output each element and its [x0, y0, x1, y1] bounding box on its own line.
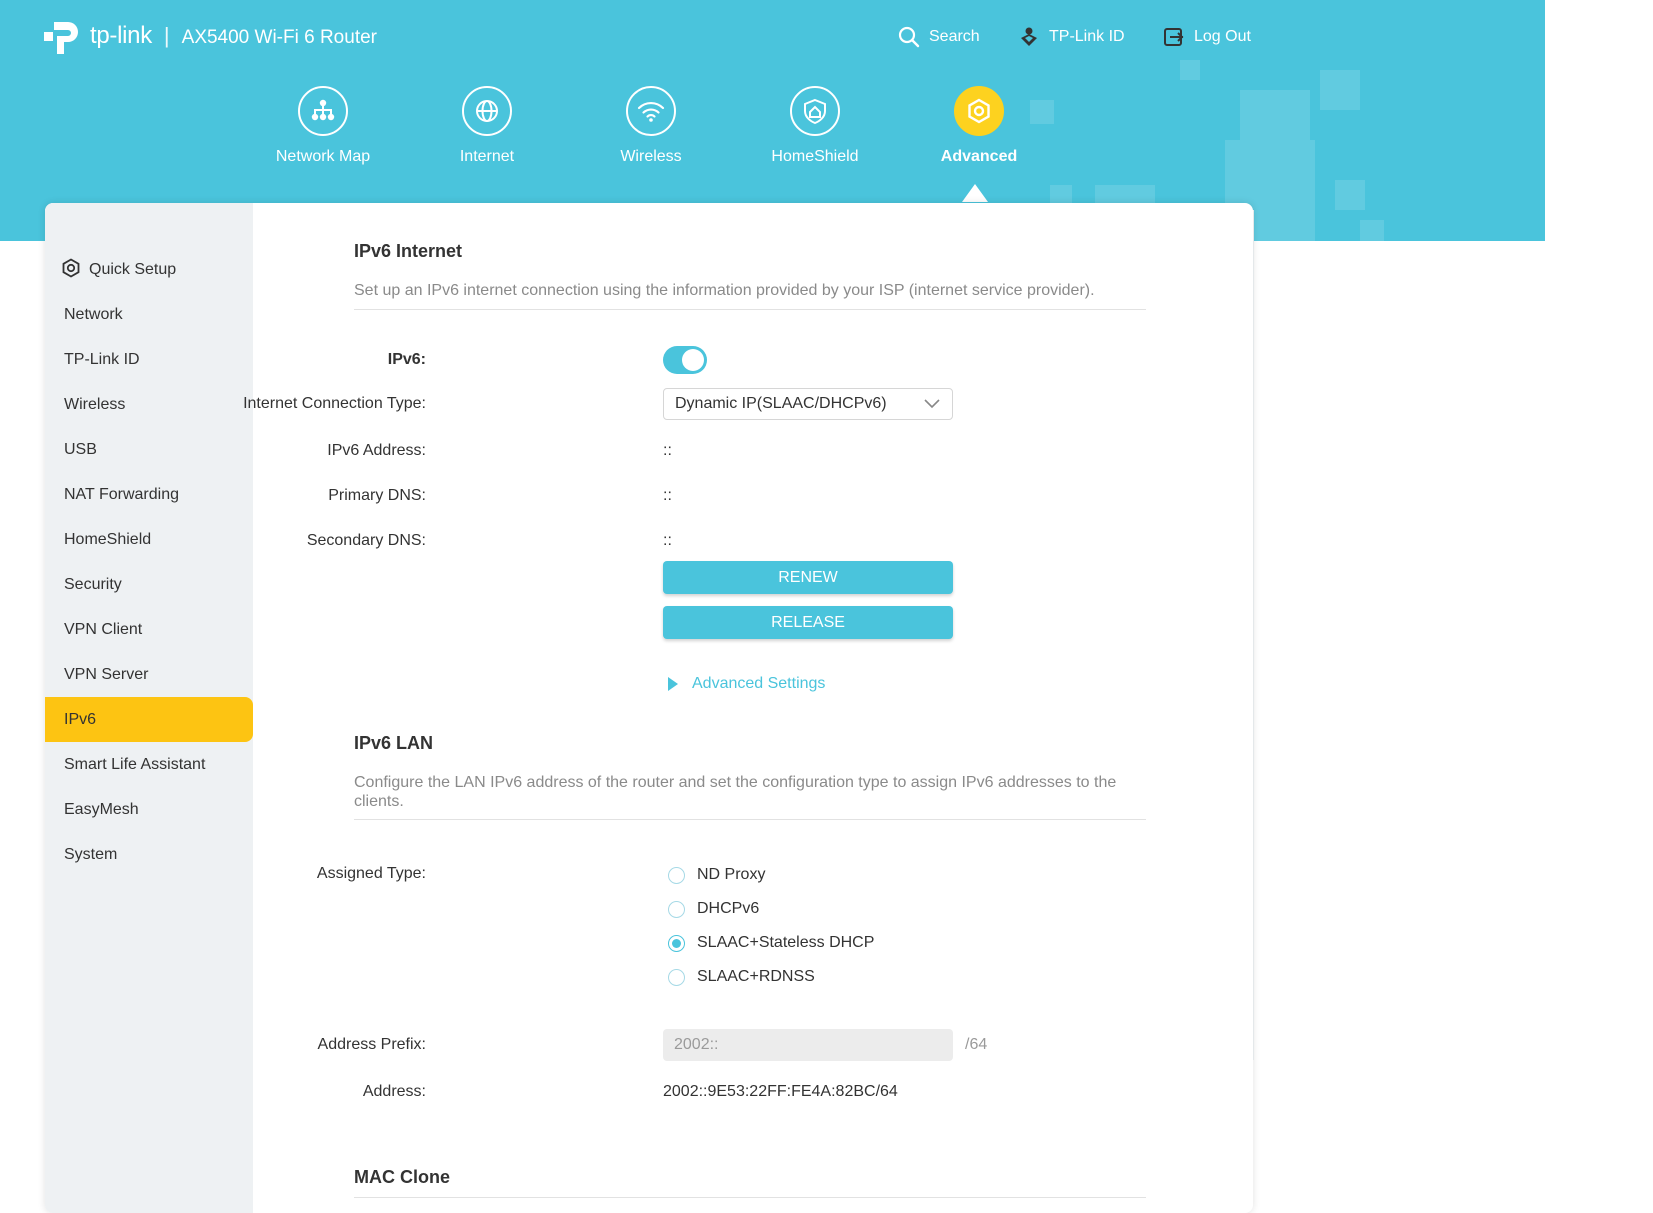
toggle-knob: [682, 349, 704, 371]
sidebar-item-homeshield[interactable]: HomeShield: [45, 517, 253, 562]
brand-name: tp-link: [90, 22, 152, 49]
lan-address-value: 2002::9E53:22FF:FE4A:82BC/64: [663, 1083, 898, 1100]
nav-wireless-label: Wireless: [620, 148, 682, 165]
sidebar-item-network[interactable]: Network: [45, 292, 253, 337]
sidebar-item-vpn-client[interactable]: VPN Client: [45, 607, 253, 652]
logout-label: Log Out: [1194, 28, 1251, 45]
ipv6-toggle-label: IPv6:: [387, 351, 426, 368]
secondary-dns-label: Secondary DNS:: [306, 532, 426, 549]
radio-dot-selected: [668, 934, 685, 952]
address-prefix-input[interactable]: 2002::: [663, 1029, 953, 1061]
globe-icon: [462, 86, 512, 136]
logout-icon: [1164, 28, 1184, 46]
nav-wireless[interactable]: Wireless: [581, 86, 721, 166]
sidebar-item-wireless[interactable]: Wireless: [45, 382, 253, 427]
connection-type-label: Internet Connection Type:: [243, 395, 426, 412]
ipv6-address-label: IPv6 Address:: [327, 442, 426, 459]
connection-type-value: Dynamic IP(SLAAC/DHCPv6): [675, 395, 887, 412]
sidebar: Quick Setup Network TP-Link ID Wireless …: [45, 203, 253, 1213]
search-link[interactable]: Search: [898, 26, 980, 48]
nav-advanced-label: Advanced: [940, 148, 1018, 165]
content-area: IPv6 Internet Set up an IPv6 internet co…: [243, 203, 1253, 1213]
sidebar-item-label: Quick Setup: [89, 261, 177, 278]
radio-dot: [668, 900, 685, 918]
sidebar-item-security[interactable]: Security: [45, 562, 253, 607]
nav-homeshield-label: HomeShield: [771, 148, 859, 165]
ipv6-internet-description: Set up an IPv6 internet connection using…: [354, 282, 1095, 299]
tplink-id-label: TP-Link ID: [1049, 28, 1125, 45]
radio-label: SLAAC+RDNSS: [697, 968, 815, 985]
ipv6-lan-description: Configure the LAN IPv6 address of the ro…: [354, 774, 1117, 810]
network-map-icon: [298, 86, 348, 136]
tplink-id-link[interactable]: TP-Link ID: [1018, 26, 1125, 48]
radio-dot: [668, 968, 685, 986]
radio-label: DHCPv6: [697, 900, 760, 917]
triangle-right-icon: [668, 677, 678, 691]
sidebar-item-tplink-id[interactable]: TP-Link ID: [45, 337, 253, 382]
chevron-down-icon: [924, 399, 940, 409]
nav-internet[interactable]: Internet: [417, 86, 557, 166]
wifi-icon: [626, 86, 676, 136]
advanced-settings-label: Advanced Settings: [692, 675, 826, 692]
sidebar-item-usb[interactable]: USB: [45, 427, 253, 472]
lan-address-label: Address:: [362, 1083, 426, 1100]
ipv6-toggle[interactable]: [663, 346, 707, 374]
search-label: Search: [929, 28, 980, 45]
primary-dns-label: Primary DNS:: [328, 487, 426, 504]
brand-separator: |: [163, 23, 170, 48]
divider: [354, 1197, 1146, 1198]
tplink-logo[interactable]: tp-link | AX5400 Wi-Fi 6 Router: [44, 14, 377, 58]
connection-type-select[interactable]: Dynamic IP(SLAAC/DHCPv6): [663, 388, 953, 420]
gear-icon: [62, 258, 80, 278]
divider: [354, 309, 1146, 310]
radio-slaac-stateless-dhcp[interactable]: SLAAC+Stateless DHCP: [668, 934, 874, 952]
radio-nd-proxy[interactable]: ND Proxy: [668, 866, 765, 884]
sidebar-item-vpn-server[interactable]: VPN Server: [45, 652, 253, 697]
radio-label: SLAAC+Stateless DHCP: [697, 934, 875, 951]
nav-network-map[interactable]: Network Map: [253, 86, 393, 166]
sidebar-item-nat-forwarding[interactable]: NAT Forwarding: [45, 472, 253, 517]
gear-icon: [954, 86, 1004, 136]
logout-link[interactable]: Log Out: [1163, 26, 1251, 48]
advanced-settings-link[interactable]: Advanced Settings: [668, 675, 825, 693]
address-prefix-label: Address Prefix:: [317, 1036, 426, 1053]
assigned-type-label: Assigned Type:: [316, 865, 426, 882]
active-nav-indicator: [962, 184, 988, 202]
divider: [354, 819, 1146, 820]
secondary-dns-value: ::: [663, 532, 672, 549]
tplink-logo-icon: [44, 22, 78, 54]
search-icon: [898, 26, 920, 48]
radio-label: ND Proxy: [697, 866, 766, 883]
primary-dns-value: ::: [663, 487, 672, 504]
renew-button[interactable]: RENEW: [663, 561, 953, 594]
nav-homeshield[interactable]: HomeShield: [745, 86, 885, 166]
ipv6-address-value: ::: [663, 442, 672, 459]
prefix-suffix: /64: [965, 1036, 988, 1053]
tplink-id-icon: [1021, 27, 1037, 46]
nav-advanced[interactable]: Advanced: [909, 86, 1049, 166]
sidebar-item-quick-setup[interactable]: Quick Setup: [61, 247, 269, 292]
main-card: Quick Setup Network TP-Link ID Wireless …: [45, 203, 1253, 1213]
ipv6-internet-title: IPv6 Internet: [354, 241, 463, 261]
nav-network-map-label: Network Map: [275, 148, 371, 165]
sidebar-item-ipv6[interactable]: IPv6: [45, 697, 253, 742]
nav-internet-label: Internet: [459, 148, 515, 165]
ipv6-lan-title: IPv6 LAN: [354, 733, 434, 753]
release-button[interactable]: RELEASE: [663, 606, 953, 639]
sidebar-item-system[interactable]: System: [45, 832, 253, 877]
radio-dhcpv6[interactable]: DHCPv6: [668, 900, 759, 918]
homeshield-icon: [790, 86, 840, 136]
sidebar-item-easymesh[interactable]: EasyMesh: [45, 787, 253, 832]
router-model: AX5400 Wi-Fi 6 Router: [181, 27, 377, 48]
sidebar-item-smart-life-assistant[interactable]: Smart Life Assistant: [45, 742, 253, 787]
radio-dot: [668, 866, 685, 884]
mac-clone-title: MAC Clone: [354, 1167, 450, 1187]
radio-slaac-rdnss[interactable]: SLAAC+RDNSS: [668, 968, 815, 986]
